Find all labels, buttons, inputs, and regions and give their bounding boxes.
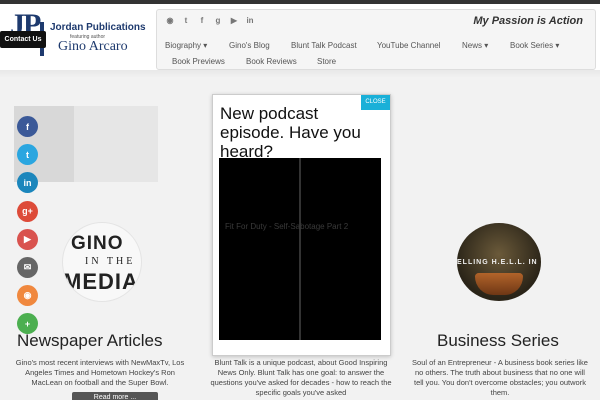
media-line-3: MEDIA <box>63 269 139 294</box>
header-social-icons: ◉ t f g ▶ in <box>165 16 255 26</box>
nav-blunt-talk-podcast[interactable]: Blunt Talk Podcast <box>291 38 357 54</box>
twitter-share-icon[interactable]: t <box>17 144 38 166</box>
site-header: JP Jordan Publications featuring author … <box>0 4 600 70</box>
business-series-text: Soul of an Entrepreneur - A business boo… <box>412 358 588 397</box>
podcast-popup: CLOSE New podcast episode. Have you hear… <box>212 94 391 356</box>
main-menu-row-1: Biography ▾ Gino's Blog Blunt Talk Podca… <box>157 38 597 54</box>
read-more-button[interactable]: Read more ... <box>72 392 158 400</box>
nav-store[interactable]: Store <box>317 54 336 70</box>
twitter-icon[interactable]: t <box>181 16 191 26</box>
business-image-text: ELLING H.E.L.L. IN <box>457 259 538 266</box>
gino-in-the-media-image[interactable]: GINO IN THE MEDIA <box>62 222 142 302</box>
rss-icon[interactable]: ◉ <box>165 16 175 26</box>
business-series-title[interactable]: Business Series <box>437 331 559 351</box>
share-buttons-column: f t in g+ ▶ ✉ ◉ + <box>17 116 38 342</box>
google-plus-icon[interactable]: g <box>213 16 223 26</box>
media-line-2: IN THE <box>85 256 136 267</box>
video-divider <box>299 158 301 340</box>
podcast-description-text: Blunt Talk is a unique podcast, about Go… <box>210 358 392 397</box>
business-series-image[interactable]: ELLING H.E.L.L. IN <box>457 223 541 301</box>
site-tagline: My Passion is Action <box>473 15 583 27</box>
media-line-1: GINO <box>71 233 124 254</box>
podcast-video-player[interactable]: Fit For Duty - Self-Sabotage Part 2 <box>219 158 381 340</box>
linkedin-share-icon[interactable]: in <box>17 172 38 194</box>
video-title: Fit For Duty - Self-Sabotage Part 2 <box>225 222 349 231</box>
youtube-icon[interactable]: ▶ <box>229 16 239 26</box>
popup-heading: New podcast episode. Have you heard? <box>220 104 361 161</box>
nav-news[interactable]: News ▾ <box>462 38 488 54</box>
newspaper-articles-text: Gino's most recent interviews with NewMa… <box>15 358 185 387</box>
contact-us-button[interactable]: Contact Us <box>0 31 46 48</box>
email-share-icon[interactable]: ✉ <box>17 256 38 278</box>
facebook-icon[interactable]: f <box>197 16 207 26</box>
nav-youtube-channel[interactable]: YouTube Channel <box>377 38 440 54</box>
navigation-box: ◉ t f g ▶ in My Passion is Action Biogra… <box>156 9 596 70</box>
rss-share-icon[interactable]: ◉ <box>17 285 38 307</box>
google-plus-share-icon[interactable]: g+ <box>17 200 38 222</box>
nav-book-previews[interactable]: Book Previews <box>172 54 225 70</box>
logo-author: Gino Arcaro <box>58 39 128 54</box>
nav-book-reviews[interactable]: Book Reviews <box>246 54 297 70</box>
youtube-share-icon[interactable]: ▶ <box>17 228 38 250</box>
fire-graphic <box>475 273 523 295</box>
facebook-share-icon[interactable]: f <box>17 116 38 137</box>
main-menu-row-2: Book Previews Book Reviews Store <box>157 54 597 70</box>
header-shadow <box>0 70 600 78</box>
logo-publisher: Jordan Publications <box>50 22 146 33</box>
nav-ginos-blog[interactable]: Gino's Blog <box>229 38 270 54</box>
nav-book-series[interactable]: Book Series ▾ <box>510 38 559 54</box>
newspaper-articles-title[interactable]: Newspaper Articles <box>17 331 163 351</box>
nav-biography[interactable]: Biography ▾ <box>165 38 207 54</box>
linkedin-icon[interactable]: in <box>245 16 255 26</box>
